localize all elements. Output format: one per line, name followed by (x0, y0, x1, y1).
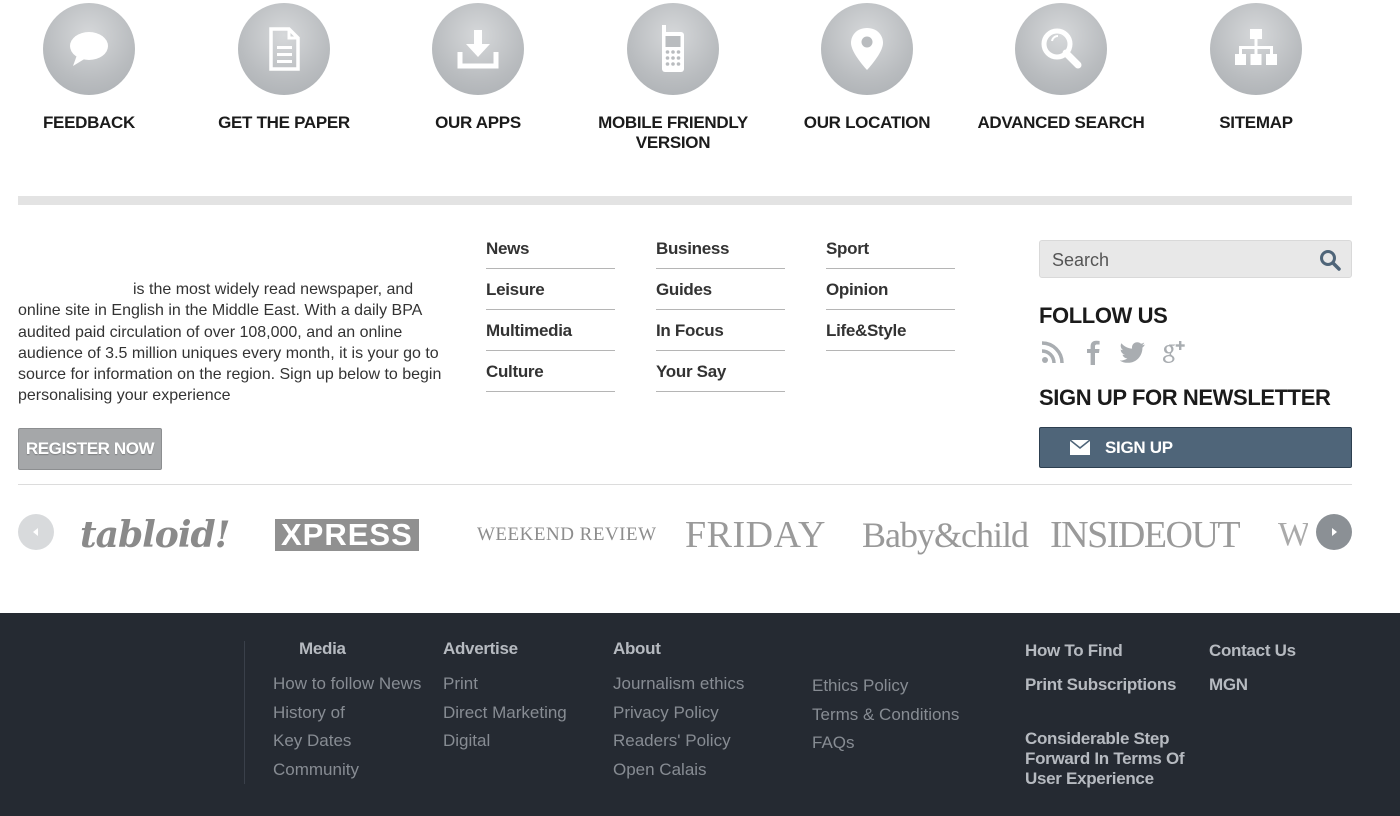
sitemap-icon (1210, 3, 1302, 95)
brand-logo-xpress[interactable]: XPRESS (275, 500, 419, 570)
footer-link-print[interactable]: Print (443, 673, 603, 694)
footer-link-history[interactable]: History of (273, 702, 423, 723)
footer-about-column: About Journalism ethics Privacy Policy R… (613, 639, 793, 787)
twitter-icon[interactable] (1119, 337, 1147, 367)
brand-logo-friday[interactable]: FRIDAY (685, 500, 826, 570)
advanced-search-link[interactable]: ADVANCED SEARCH (966, 3, 1156, 133)
document-icon (238, 3, 330, 95)
speech-bubble-icon (43, 3, 135, 95)
newsletter-signup-button[interactable]: SIGN UP (1039, 427, 1352, 468)
section-link-sport[interactable]: Sport (826, 228, 955, 269)
section-link-life-style[interactable]: Life&Style (826, 310, 955, 351)
feedback-link[interactable]: FEEDBACK (0, 3, 184, 133)
social-links (1039, 336, 1187, 368)
facebook-icon[interactable] (1079, 337, 1107, 367)
envelope-icon (1070, 440, 1090, 455)
carousel-divider (18, 484, 1352, 485)
footer-media-heading[interactable]: Media (273, 639, 423, 659)
brand-carousel: tabloid! XPRESS WEEKEND REVIEW FRIDAY Ba… (0, 500, 1400, 570)
google-plus-icon[interactable] (1159, 337, 1187, 367)
footer-link-privacy-policy[interactable]: Privacy Policy (613, 702, 793, 723)
footer-link-community[interactable]: Community (273, 759, 423, 780)
section-link-guides[interactable]: Guides (656, 269, 785, 310)
footer-media-column: Media How to follow News History of Key … (273, 639, 423, 787)
search-box (1039, 240, 1352, 278)
our-apps-label: OUR APPS (435, 113, 521, 132)
brand-strip: tabloid! XPRESS WEEKEND REVIEW FRIDAY Ba… (60, 500, 1308, 570)
site-footer: Media How to follow News History of Key … (0, 613, 1400, 816)
brand-logo-xpress-text: XPRESS (275, 519, 419, 551)
footer-link-mgn[interactable]: MGN (1209, 675, 1248, 695)
map-pin-icon (821, 3, 913, 95)
mobile-friendly-link[interactable]: MOBILE FRIENDLY VERSION (578, 3, 768, 153)
section-link-opinion[interactable]: Opinion (826, 269, 955, 310)
footer-link-how-to-find[interactable]: How To Find (1025, 641, 1123, 661)
footer-link-contact-us[interactable]: Contact Us (1209, 641, 1296, 661)
quick-links-row: FEEDBACK GET THE PAPER OUR APPS MOBILE F… (0, 0, 1400, 200)
newsletter-heading: SIGN UP FOR NEWSLETTER (1039, 385, 1331, 410)
sections-column-2: Business Guides In Focus Your Say (656, 228, 785, 392)
footer-link-key-dates[interactable]: Key Dates (273, 730, 423, 751)
sitemap-link[interactable]: SITEMAP (1161, 3, 1351, 133)
section-link-culture[interactable]: Culture (486, 351, 615, 392)
carousel-next-button[interactable] (1316, 514, 1352, 550)
section-link-leisure[interactable]: Leisure (486, 269, 615, 310)
carousel-prev-button[interactable] (18, 514, 54, 550)
section-link-your-say[interactable]: Your Say (656, 351, 785, 392)
footer-policies-column: Ethics Policy Terms & Conditions FAQs (812, 675, 1002, 761)
get-the-paper-link[interactable]: GET THE PAPER (189, 3, 379, 133)
footer-advertise-column: Advertise Print Direct Marketing Digital (443, 639, 603, 759)
section-divider (18, 196, 1352, 205)
advanced-search-label: ADVANCED SEARCH (977, 113, 1145, 132)
our-apps-link[interactable]: OUR APPS (383, 3, 573, 133)
footer-link-terms-conditions[interactable]: Terms & Conditions (812, 704, 1002, 725)
rss-icon[interactable] (1039, 337, 1067, 367)
section-link-business[interactable]: Business (656, 228, 785, 269)
sections-column-3: Sport Opinion Life&Style (826, 228, 955, 351)
search-input[interactable] (1052, 248, 1312, 272)
search-icon[interactable] (1319, 249, 1341, 271)
about-description: is the most widely read newspaper, and o… (18, 279, 443, 407)
footer-link-readers-policy[interactable]: Readers' Policy (613, 730, 793, 751)
footer-link-faqs[interactable]: FAQs (812, 732, 1002, 753)
footer-link-open-calais[interactable]: Open Calais (613, 759, 793, 780)
download-icon (432, 3, 524, 95)
about-text: is the most widely read newspaper, and o… (18, 281, 442, 405)
mobile-friendly-label: MOBILE FRIENDLY VERSION (598, 113, 748, 152)
section-link-multimedia[interactable]: Multimedia (486, 310, 615, 351)
register-now-button[interactable]: REGISTER NOW (18, 428, 162, 470)
chevron-left-icon (33, 528, 38, 536)
chevron-right-icon (1332, 528, 1337, 536)
get-the-paper-label: GET THE PAPER (218, 113, 350, 132)
follow-us-heading: FOLLOW US (1039, 303, 1168, 328)
section-link-in-focus[interactable]: In Focus (656, 310, 785, 351)
brand-logo-baby-child[interactable]: Baby&child (862, 500, 1029, 570)
footer-about-heading[interactable]: About (613, 639, 793, 659)
footer-link-journalism-ethics[interactable]: Journalism ethics (613, 673, 793, 694)
footer-link-print-subscriptions[interactable]: Print Subscriptions (1025, 675, 1176, 695)
sitemap-label: SITEMAP (1219, 113, 1293, 132)
brand-logo-tabloid[interactable]: tabloid! (80, 500, 230, 570)
mobile-phone-icon (627, 3, 719, 95)
brand-logo-partial[interactable]: Wat (1278, 500, 1308, 570)
footer-link-ethics-policy[interactable]: Ethics Policy (812, 675, 1002, 696)
footer-link-direct-marketing[interactable]: Direct Marketing (443, 702, 603, 723)
footer-advertise-heading[interactable]: Advertise (443, 639, 603, 659)
section-link-news[interactable]: News (486, 228, 615, 269)
brand-logo-weekend-review[interactable]: WEEKEND REVIEW (477, 500, 657, 570)
sections-column-1: News Leisure Multimedia Culture (486, 228, 615, 392)
feedback-label: FEEDBACK (42, 113, 136, 132)
footer-link-digital[interactable]: Digital (443, 730, 603, 751)
our-location-link[interactable]: OUR LOCATION (772, 3, 962, 133)
brand-logo-insideout[interactable]: INSIDEOUT (1050, 500, 1241, 570)
signup-label: SIGN UP (1105, 438, 1173, 457)
footer-link-considerable-step[interactable]: Considerable Step Forward In Terms Of Us… (1025, 729, 1225, 789)
magnifier-icon (1015, 3, 1107, 95)
footer-link-how-to-follow[interactable]: How to follow News (273, 673, 423, 694)
our-location-label: OUR LOCATION (803, 113, 931, 132)
footer-divider (244, 641, 245, 784)
